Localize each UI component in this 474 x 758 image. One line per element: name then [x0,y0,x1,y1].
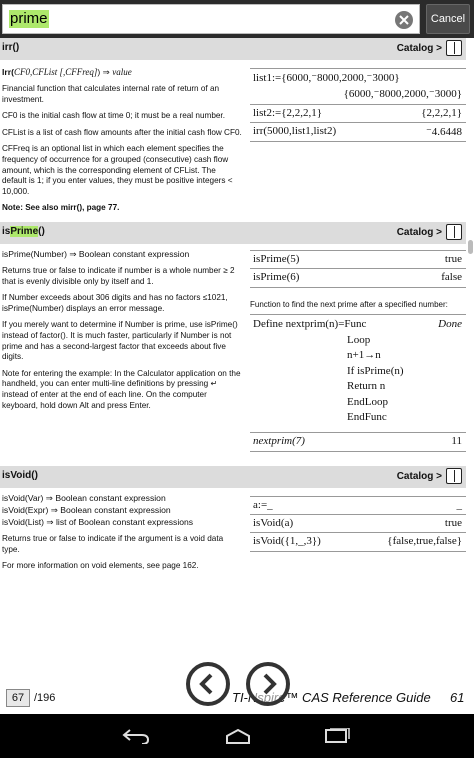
entry-title-isvoid: isVoid() [2,470,38,481]
catalog-label: Catalog > [396,42,442,54]
irr-cffreq: CFFreq is an optional list in which each… [2,144,233,196]
example-row: isVoid({1,_,3}) {false,true,false} [253,535,462,547]
previous-page-button[interactable] [186,662,230,706]
irr-example-table: list1:={6000,⁻8000,2000,⁻3000} {6000,⁻80… [250,68,466,142]
example-row: a:=_ _ [250,497,466,515]
isprime-description: isPrime(Number) ⇒ Boolean constant expre… [2,248,242,417]
search-query: prime [9,10,49,28]
example-row: isPrime(5) true [250,251,466,269]
example-row: irr(5000,list1,list2) ⁻4.6448 [253,125,462,138]
catalog-book-icon [446,224,462,240]
cancel-button[interactable]: Cancel [426,4,470,34]
isvoid-more: For more information on void elements, s… [2,561,199,571]
entry-title-isprime: isPrime() [2,226,45,237]
scroll-indicator[interactable] [468,240,473,254]
isprime-merely: If you merely want to determine if Numbe… [2,320,238,362]
irr-note: Note: See also mirr(), page 77. [2,203,120,213]
document-page: irr() Catalog > Irr(CF0,CFList [,CFFreq]… [0,38,474,686]
isvoid-desc: Returns true or false to indicate if the… [2,534,224,554]
isprime-desc: Returns true or false to indicate if num… [2,266,235,286]
system-nav-bar [0,714,474,758]
isvoid-description: isVoid(Var) ⇒ Boolean constant expressio… [2,492,242,578]
entry-title-irr: irr() [2,42,20,53]
irr-desc: Financial function that calculates inter… [2,84,220,104]
entry-header-isprime: isPrime() Catalog > [0,222,466,244]
isprime-func-caption: Function to find the next prime after a … [250,300,448,309]
next-page-button[interactable] [246,662,290,706]
search-bar: prime Cancel [0,0,474,38]
back-icon[interactable] [122,728,150,744]
search-input[interactable]: prime [2,4,420,34]
irr-cf0: CF0 is the initial cash flow at time 0; … [2,111,225,121]
example-row: isPrime(6) false [253,271,462,283]
example-row: isVoid(a) true [250,515,466,533]
isvoid-example-table: a:=_ _ isVoid(a) true isVoid({1,_,3}) {fals… [250,496,466,552]
catalog-link-isvoid[interactable]: Catalog > [397,468,462,484]
printed-page-number: 61 [450,690,465,705]
page-number-input[interactable]: 67 [6,689,30,707]
isprime-syntax: isPrime(Number) ⇒ Boolean constant expre… [2,249,190,259]
define-block: Define nextprim(n)=Func Loop n+1→n If is… [250,315,466,433]
catalog-label: Catalog > [396,226,442,238]
entry-header-irr: irr() Catalog > [0,38,466,60]
catalog-book-icon [446,468,462,484]
isprime-note: Note for entering the example: In the Ca… [2,368,241,410]
example-row: list1:={6000,⁻8000,2000,⁻3000} {6000,⁻80… [250,69,466,105]
isprime-limit: If Number exceeds about 306 digits and h… [2,293,228,313]
page-footer: 67 /196 TI-Nspire™ CAS Reference Guide 6… [0,686,474,712]
irr-cflist: CFList is a list of cash flow amounts af… [2,127,242,137]
catalog-link-irr[interactable]: Catalog > [397,40,462,56]
example-row: list2:={2,2,2,1} {2,2,2,1} [250,105,466,123]
catalog-book-icon [446,40,462,56]
clear-search-icon[interactable] [395,11,413,29]
isprime-define-table: Define nextprim(n)=Func Loop n+1→n If is… [250,314,466,452]
chevron-left-icon [199,673,213,695]
home-icon[interactable] [224,728,252,744]
catalog-link-isprime[interactable]: Catalog > [397,224,462,240]
chevron-right-icon [263,673,277,695]
catalog-label: Catalog > [396,470,442,482]
entry-header-isvoid: isVoid() Catalog > [0,466,466,488]
example-row: nextprim(7) 11 [253,435,462,447]
page-total: /196 [34,692,56,704]
isprime-example-table: isPrime(5) true isPrime(6) false [250,250,466,288]
irr-description: Irr(CF0,CFList [,CFFreq]) ⇒ value Financ… [2,67,242,213]
recent-apps-icon[interactable] [324,728,350,744]
